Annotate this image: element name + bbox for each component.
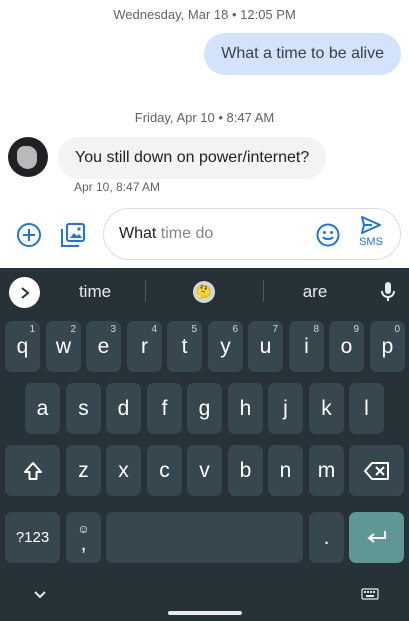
gallery-button[interactable] — [57, 219, 89, 251]
key-p[interactable]: p0 — [370, 321, 405, 372]
gallery-icon — [61, 223, 85, 247]
key-b[interactable]: b — [228, 445, 263, 496]
key-j[interactable]: j — [268, 383, 303, 434]
home-gesture-handle[interactable] — [168, 611, 242, 615]
shift-icon — [23, 461, 42, 480]
key-c[interactable]: c — [147, 445, 182, 496]
keyboard-menu-button[interactable] — [9, 277, 40, 308]
incoming-message-bubble[interactable]: You still down on power/internet? — [58, 137, 327, 179]
emoji-button[interactable] — [315, 222, 341, 248]
key-z[interactable]: z — [66, 445, 101, 496]
backspace-key[interactable] — [349, 445, 404, 496]
key-s[interactable]: s — [66, 383, 101, 434]
shift-key[interactable] — [5, 445, 60, 496]
spacebar[interactable] — [106, 512, 303, 563]
suggestion-word[interactable]: time — [50, 282, 140, 302]
outgoing-message-bubble[interactable]: What a time to be alive — [204, 33, 401, 75]
send-sms-button[interactable]: SMS — [353, 215, 389, 255]
key-q[interactable]: q1 — [5, 321, 40, 372]
suggestion-divider — [145, 280, 146, 302]
suggestion-divider — [263, 280, 264, 302]
suggested-completion: time do — [156, 225, 214, 242]
key-n[interactable]: n — [268, 445, 303, 496]
enter-key[interactable] — [349, 512, 404, 563]
enter-icon — [366, 530, 386, 543]
key-k[interactable]: k — [309, 383, 344, 434]
microphone-icon — [381, 282, 395, 301]
key-v[interactable]: v — [187, 445, 222, 496]
key-x[interactable]: x — [106, 445, 141, 496]
message-timestamp: Apr 10, 8:47 AM — [74, 180, 161, 194]
send-mode-label: SMS — [359, 236, 383, 248]
hide-keyboard-button[interactable] — [32, 588, 48, 602]
key-u[interactable]: u7 — [248, 321, 283, 372]
key-i[interactable]: i8 — [289, 321, 324, 372]
date-separator: Wednesday, Mar 18 • 12:05 PM — [113, 7, 296, 22]
add-icon — [17, 223, 41, 247]
key-e[interactable]: e3 — [86, 321, 121, 372]
date-separator: Friday, Apr 10 • 8:47 AM — [134, 110, 275, 125]
key-y[interactable]: y6 — [208, 321, 243, 372]
add-attachment-button[interactable] — [13, 219, 45, 251]
navigation-bar — [0, 579, 409, 621]
key-r[interactable]: r4 — [127, 321, 162, 372]
key-t[interactable]: t5 — [167, 321, 202, 372]
conversation-view: Wednesday, Mar 18 • 12:05 PM What a time… — [0, 0, 409, 264]
contact-avatar[interactable] — [8, 137, 48, 177]
key-a[interactable]: a — [25, 383, 60, 434]
typed-text: What — [119, 225, 157, 242]
key-m[interactable]: m — [309, 445, 344, 496]
suggestion-strip: time 🤔 are — [0, 268, 409, 314]
chevron-right-icon — [20, 286, 30, 299]
message-input[interactable]: What time do SMS — [103, 208, 401, 260]
key-h[interactable]: h — [228, 383, 263, 434]
symbols-key[interactable]: ?123 — [5, 512, 60, 563]
key-f[interactable]: f — [147, 383, 182, 434]
soft-keyboard: time 🤔 are q1 w2 e3 r4 t5 y6 u7 i8 o9 p0… — [0, 268, 409, 621]
backspace-icon — [363, 461, 389, 480]
key-g[interactable]: g — [187, 383, 222, 434]
comma-key[interactable]: ☺ , — [66, 512, 101, 563]
key-l[interactable]: l — [349, 383, 384, 434]
voice-input-button[interactable] — [378, 280, 398, 304]
key-d[interactable]: d — [106, 383, 141, 434]
avatar-image — [17, 146, 37, 169]
suggestion-word[interactable]: are — [270, 282, 360, 302]
keyboard-icon — [361, 588, 379, 600]
chevron-down-icon — [34, 591, 46, 599]
emoji-icon — [316, 223, 340, 247]
suggestion-emoji[interactable]: 🤔 — [193, 281, 215, 303]
key-o[interactable]: o9 — [329, 321, 364, 372]
compose-text: What time do — [119, 225, 213, 243]
period-key[interactable]: . — [309, 512, 344, 563]
key-w[interactable]: w2 — [46, 321, 81, 372]
keyboard-switch-button[interactable] — [361, 588, 379, 602]
send-icon — [361, 216, 381, 234]
